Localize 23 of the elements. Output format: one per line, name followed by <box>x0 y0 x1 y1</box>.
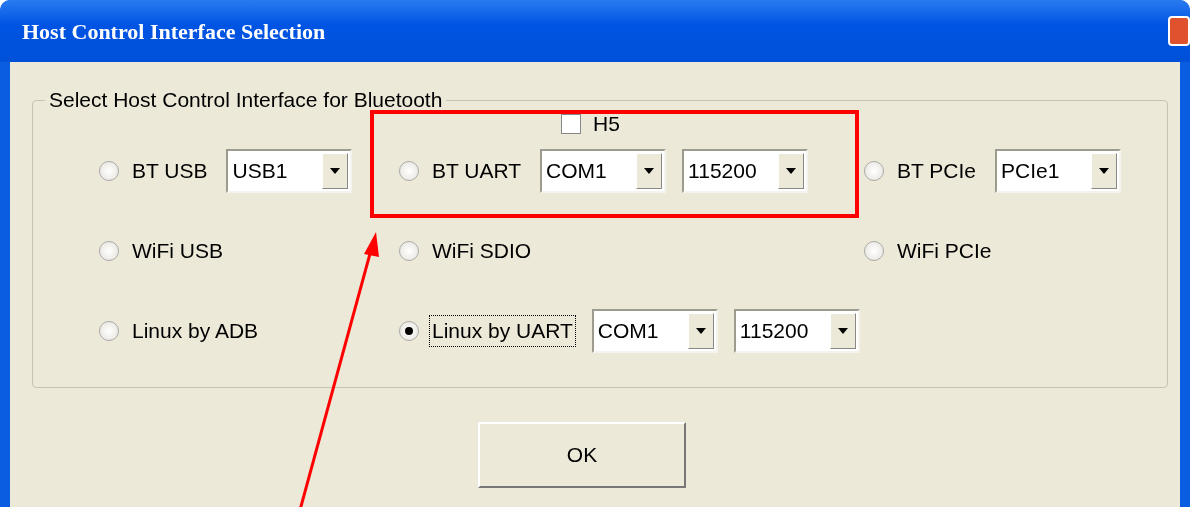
dropdown[interactable]: 115200 <box>682 149 809 193</box>
dropdown[interactable]: 115200 <box>733 309 860 353</box>
dropdown-value: 115200 <box>739 318 809 345</box>
radio-label: BT UART <box>431 158 523 184</box>
radio-label: Linux by UART <box>429 315 576 347</box>
dropdown[interactable]: COM1 <box>540 149 667 193</box>
dropdown-value: COM1 <box>597 318 659 345</box>
dropdown[interactable]: PCIe1 <box>995 149 1121 193</box>
radio-label: WiFi USB <box>131 238 224 264</box>
ok-button[interactable]: OK <box>478 422 686 488</box>
radio-label: WiFi PCIe <box>896 238 993 264</box>
dropdown-value: PCIe1 <box>1001 158 1060 185</box>
dropdown-value: USB1 <box>232 158 288 185</box>
window-title: Host Control Interface Selection <box>22 17 326 46</box>
checkbox-label: H5 <box>593 111 620 138</box>
radio-label: Linux by ADB <box>131 318 260 344</box>
dropdown[interactable]: COM1 <box>591 309 718 353</box>
radio-label: WiFi SDIO <box>431 238 533 264</box>
radio-label: BT PCIe <box>896 158 977 184</box>
radio-label: BT USB <box>131 158 209 184</box>
dropdown[interactable]: USB1 <box>226 149 353 193</box>
dropdown-value: 115200 <box>688 158 757 185</box>
dropdown-value: COM1 <box>546 158 607 185</box>
